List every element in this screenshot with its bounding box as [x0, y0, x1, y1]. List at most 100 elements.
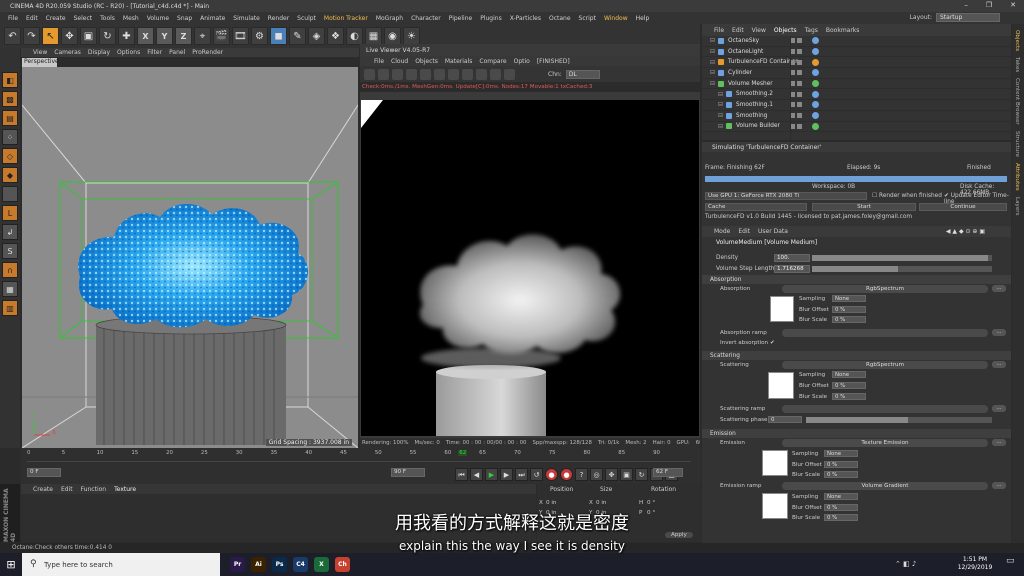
lock-workplane-icon[interactable]: ▥: [2, 300, 18, 316]
scattering-ramp-button[interactable]: [782, 405, 988, 413]
make-editable-icon[interactable]: ◧: [2, 72, 18, 88]
scattering-phase-field[interactable]: 0: [768, 416, 802, 423]
camera-icon[interactable]: ◉: [384, 27, 401, 45]
sim-continue-button[interactable]: Continue: [919, 203, 1007, 211]
render-visibility-icon[interactable]: [797, 91, 802, 97]
autokey-icon[interactable]: ●: [560, 467, 573, 481]
visibility-flags[interactable]: [790, 81, 802, 87]
cube-icon[interactable]: ◼: [270, 27, 287, 45]
menu-sculpt[interactable]: Sculpt: [293, 15, 320, 22]
keyframe-selection-icon[interactable]: ?: [575, 467, 588, 481]
edges-mode-icon[interactable]: ◇: [2, 148, 18, 164]
lv-send-scene-icon[interactable]: [364, 68, 375, 80]
subdivision-icon[interactable]: ◈: [308, 27, 325, 45]
object-row[interactable]: ⊟ OctaneLight: [702, 47, 1011, 58]
object-row[interactable]: ⊟ Smoothing: [702, 111, 1011, 122]
menu-create[interactable]: Create: [42, 15, 70, 22]
coords-p-rot[interactable]: 0 °: [647, 510, 655, 516]
lv-menu-options[interactable]: Optio: [514, 58, 530, 65]
emission-blur-offset-field[interactable]: 0 %: [824, 461, 858, 468]
object-tags[interactable]: [812, 80, 819, 88]
visibility-flags[interactable]: [790, 49, 802, 55]
polygons-mode-icon[interactable]: ◆: [2, 167, 18, 183]
light-icon[interactable]: ☀: [403, 27, 420, 45]
menu-help[interactable]: Help: [632, 15, 654, 22]
menu-render[interactable]: Render: [264, 15, 293, 22]
absorption-section[interactable]: Absorption: [702, 275, 1011, 284]
points-mode-icon[interactable]: ⁘: [2, 129, 18, 145]
menu-volume[interactable]: Volume: [143, 15, 173, 22]
expand-icon[interactable]: ⊟: [718, 101, 723, 108]
goto-end-icon[interactable]: ⏭: [515, 467, 528, 481]
taskbar-app-icon[interactable]: Ps: [272, 557, 287, 572]
maximize-button[interactable]: ❐: [986, 1, 992, 9]
sim-cache-select[interactable]: Cache: [705, 203, 807, 211]
system-tray-icons[interactable]: ⌃ ◧ ♪: [895, 560, 916, 568]
scattering-more-button[interactable]: ...: [992, 361, 1006, 368]
om-menu-objects[interactable]: Objects: [774, 27, 797, 34]
coords-y-size[interactable]: 0 in: [596, 510, 606, 516]
coords-apply-button[interactable]: Apply: [665, 532, 693, 538]
om-menu-bookmarks[interactable]: Bookmarks: [826, 27, 860, 34]
sim-start-button[interactable]: Start: [812, 203, 916, 211]
absorption-blur-offset-field[interactable]: 0 %: [832, 306, 866, 313]
taskbar-app-icon[interactable]: Ai: [251, 557, 266, 572]
object-row[interactable]: ⊟ Cylinder: [702, 68, 1011, 79]
taskbar-clock[interactable]: 1:51 PM 12/29/2019: [950, 556, 1000, 572]
lv-menu-compare[interactable]: Compare: [479, 58, 506, 65]
lv-restart-icon[interactable]: [392, 68, 403, 80]
scattering-shader-button[interactable]: RgbSpectrum: [782, 361, 988, 369]
viewport-menu-panel[interactable]: Panel: [169, 49, 185, 56]
windows-start-icon[interactable]: ⊞: [0, 553, 22, 576]
am-nav-icons[interactable]: ◀ ▲ ◆ ⊙ ⊕ ▣: [946, 228, 985, 235]
lv-pause-icon[interactable]: [406, 68, 417, 80]
emission-blur-scale-field[interactable]: 0 %: [824, 471, 858, 478]
visibility-flags[interactable]: [790, 59, 802, 65]
render-visibility-icon[interactable]: [797, 123, 802, 129]
visibility-flags[interactable]: [790, 123, 802, 129]
magnet-icon[interactable]: ∩: [2, 262, 18, 278]
menu-pipeline[interactable]: Pipeline: [445, 15, 476, 22]
scale-icon[interactable]: ▣: [80, 27, 97, 45]
scale-key-icon[interactable]: ▣: [620, 467, 633, 481]
tag-icon[interactable]: [812, 37, 819, 45]
emission-ramp-button[interactable]: Volume Gradient: [782, 482, 988, 490]
coords-y-pos[interactable]: 0 in: [546, 510, 556, 516]
am-menu-edit[interactable]: Edit: [738, 228, 750, 235]
invert-absorption-checkbox[interactable]: ✔: [770, 340, 775, 346]
emission-ramp-blur-scale-field[interactable]: 0 %: [824, 514, 858, 521]
mm-menu-edit[interactable]: Edit: [61, 486, 73, 493]
render-visibility-icon[interactable]: [797, 59, 802, 65]
tag-icon[interactable]: [812, 90, 819, 98]
goto-start-icon[interactable]: ⏮: [455, 467, 468, 481]
undo-icon[interactable]: ↶: [4, 27, 21, 45]
absorption-more-button[interactable]: ...: [992, 285, 1006, 292]
expand-icon[interactable]: ⊟: [710, 37, 715, 44]
sim-render-when-finished-checkbox[interactable]: ☐ Render when finished: [872, 193, 942, 199]
coords-x-pos[interactable]: 0 in: [546, 500, 556, 506]
object-tags[interactable]: [812, 69, 819, 77]
lv-channel-select[interactable]: DL: [565, 69, 600, 79]
taskbar-app-icon[interactable]: Pr: [230, 557, 245, 572]
lv-color-icon[interactable]: [490, 68, 501, 80]
absorption-sampling-select[interactable]: None: [832, 295, 866, 302]
lv-region-icon[interactable]: [448, 68, 459, 80]
render-visibility-icon[interactable]: [797, 102, 802, 108]
visibility-flags[interactable]: [790, 38, 802, 44]
lv-menu-objects[interactable]: Objects: [415, 58, 438, 65]
tag-icon[interactable]: [812, 48, 819, 56]
object-row[interactable]: ⊟ Smoothing.2: [702, 89, 1011, 101]
absorption-blur-scale-field[interactable]: 0 %: [832, 316, 866, 323]
tag-icon[interactable]: [812, 58, 819, 66]
coords-h-rot[interactable]: 0 °: [647, 500, 655, 506]
viewport-menu-filter[interactable]: Filter: [147, 49, 162, 56]
expand-icon[interactable]: ⊟: [710, 69, 715, 76]
scattering-sampling-select[interactable]: None: [832, 371, 866, 378]
menu-edit[interactable]: Edit: [22, 15, 42, 22]
object-tags[interactable]: [812, 58, 819, 66]
lv-menu-cloud[interactable]: Cloud: [391, 58, 408, 65]
scattering-section[interactable]: Scattering: [702, 351, 1011, 360]
tab-takes[interactable]: Takes: [1014, 57, 1020, 72]
density-field[interactable]: 100.: [774, 253, 810, 262]
absorption-shader-button[interactable]: RgbSpectrum: [782, 285, 988, 293]
